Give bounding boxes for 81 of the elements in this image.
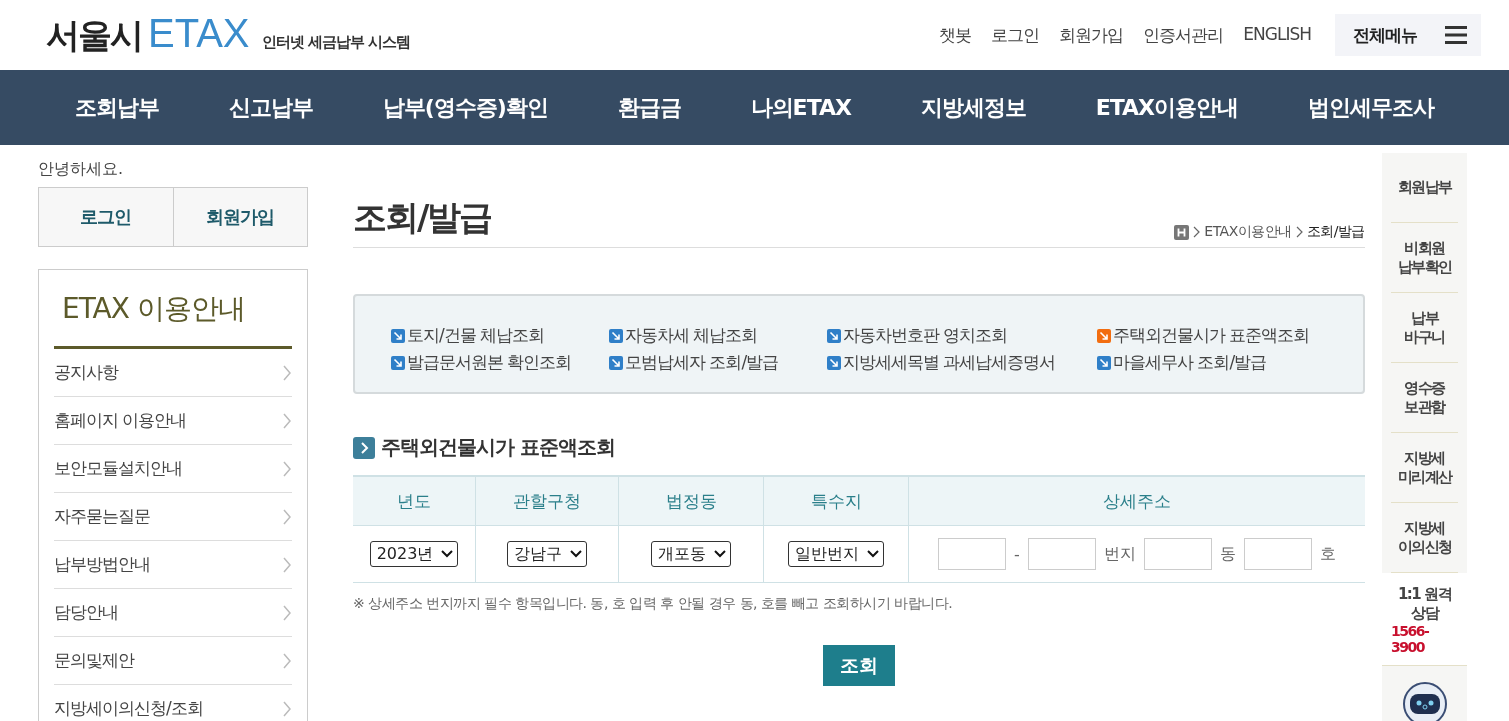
- quick-link[interactable]: 토지/건물 체납조회: [391, 324, 609, 347]
- quick-link[interactable]: 지방세세목별 과세납세증명서: [827, 351, 1097, 374]
- sidebar-item[interactable]: 홈페이지 이용안내: [54, 397, 292, 445]
- address-input-field[interactable]: [1143, 538, 1212, 570]
- chevron-icon: [282, 412, 292, 429]
- column-header: 상세주소: [908, 476, 1365, 526]
- utility-link[interactable]: 로그인: [991, 23, 1040, 47]
- quick-link[interactable]: 마을세무사 조회/발급: [1097, 351, 1339, 374]
- column-header: 특수지: [763, 476, 909, 526]
- quick-bar-item[interactable]: 1:1 원격 상담 1566-3900: [1382, 573, 1467, 666]
- greeting-text: 안녕하세요.: [38, 159, 125, 180]
- chevron-icon: [282, 508, 292, 525]
- nav-item[interactable]: 환급금: [617, 92, 681, 123]
- address-label: 번지: [1103, 543, 1136, 565]
- all-menu-button[interactable]: 전체메뉴: [1335, 14, 1481, 56]
- page-title: 조회/발급: [353, 196, 492, 239]
- column-header: 관할구청: [475, 476, 619, 526]
- address-input-field[interactable]: [1027, 538, 1096, 570]
- address-input-field[interactable]: [1243, 538, 1312, 570]
- dropdown[interactable]: 개포동: [651, 541, 731, 567]
- utility-link[interactable]: ENGLISH: [1243, 23, 1311, 47]
- chevron-icon: [282, 604, 292, 621]
- caret-icon: [441, 550, 454, 558]
- sidebar-item[interactable]: 보안모듈설치안내: [54, 445, 292, 493]
- sidebar-item[interactable]: 담당안내: [54, 589, 292, 637]
- dropdown[interactable]: 2023년: [369, 541, 459, 567]
- menu-icon: [1445, 26, 1467, 44]
- quick-bar-item[interactable]: 지방세 미리계산: [1391, 433, 1458, 503]
- caret-icon: [714, 550, 726, 558]
- chevron-box-icon: [353, 436, 375, 459]
- column-header: 법정동: [618, 476, 764, 526]
- chevron-icon: [282, 460, 292, 477]
- caret-icon: [570, 550, 582, 558]
- nav-item[interactable]: 법인세무조사: [1307, 92, 1434, 123]
- quick-link[interactable]: 발급문서원본 확인조회: [391, 351, 609, 374]
- sidebar-title: ETAX 이용안내: [54, 270, 292, 349]
- address-label: 호: [1319, 543, 1336, 565]
- breadcrumb-link[interactable]: 조회/발급: [1306, 223, 1365, 241]
- chevron-icon: [282, 652, 292, 669]
- address-label: -: [1014, 544, 1020, 564]
- note-text: ※ 상세주소 번지까지 필수 항목입니다. 동, 호 입력 후 안될 경우 동, 호를 빼고 조회하시기 바랍니다.: [353, 595, 954, 613]
- utility-link[interactable]: 챗봇: [939, 23, 972, 47]
- utility-link[interactable]: 인증서관리: [1143, 23, 1224, 47]
- quick-link[interactable]: 자동차세 체납조회: [609, 324, 827, 347]
- quick-link[interactable]: 주택외건물시가 표준액조회: [1097, 324, 1339, 347]
- breadcrumb-link[interactable]: ETAX이용안내: [1204, 223, 1292, 241]
- chevron-icon: [282, 556, 292, 573]
- sidebar-item[interactable]: 자주묻는질문: [54, 493, 292, 541]
- column-header: 년도: [353, 476, 476, 526]
- quick-bar-item[interactable]: 영수증 보관함: [1391, 363, 1458, 433]
- search-button[interactable]: 조회: [823, 645, 895, 686]
- nav-item[interactable]: 신고납부: [228, 92, 313, 123]
- nav-item[interactable]: 나의ETAX: [750, 92, 851, 123]
- address-input-field[interactable]: [938, 538, 1007, 570]
- utility-link[interactable]: 회원가입: [1059, 23, 1124, 47]
- section-title: 주택외건물시가 표준액조회: [381, 434, 615, 461]
- dropdown[interactable]: 일반번지: [788, 541, 884, 567]
- quick-link[interactable]: 자동차번호판 영치조회: [827, 324, 1097, 347]
- sidebar-item[interactable]: 납부방법안내: [54, 541, 292, 589]
- logo-tagline: 인터넷 세금납부 시스템: [261, 33, 410, 52]
- sidebar-item[interactable]: 지방세이의신청/조회: [54, 685, 292, 721]
- logo-city-text: 서울시: [46, 14, 142, 57]
- nav-item[interactable]: 조회납부: [74, 92, 159, 123]
- home-icon: [1174, 224, 1190, 240]
- quick-bar-item[interactable]: 회원납부: [1391, 153, 1458, 223]
- sidebar-item[interactable]: 문의및제안: [54, 637, 292, 685]
- caret-icon: [867, 550, 879, 558]
- chevron-icon: [282, 700, 292, 717]
- logo-brand-text: ETAX: [148, 11, 250, 56]
- quick-bar-item[interactable]: 비회원 납부확인: [1391, 223, 1458, 293]
- nav-item[interactable]: 납부(영수증)확인: [382, 92, 548, 123]
- sidebar-item[interactable]: 공지사항: [54, 349, 292, 397]
- chevron-icon: [282, 364, 292, 381]
- dropdown[interactable]: 강남구: [507, 541, 587, 567]
- quick-link[interactable]: 모범납세자 조회/발급: [609, 351, 827, 374]
- chevron-icon: [1295, 226, 1303, 238]
- chevron-icon: [1193, 226, 1201, 238]
- nav-item[interactable]: ETAX이용안내: [1095, 92, 1239, 123]
- address-label: 동: [1219, 543, 1236, 565]
- quick-bar-item[interactable]: 납부 바구니: [1391, 293, 1458, 363]
- nav-item[interactable]: 지방세정보: [920, 92, 1026, 123]
